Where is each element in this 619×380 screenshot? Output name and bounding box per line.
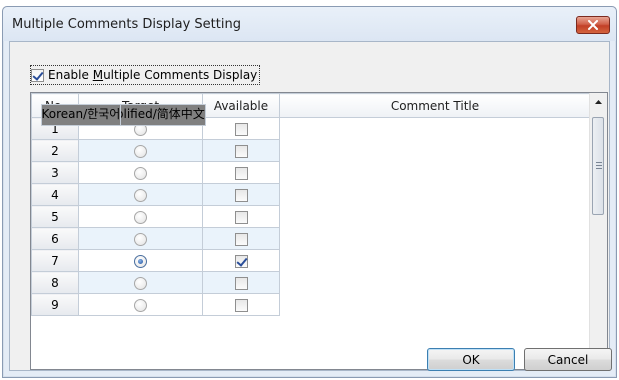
- target-cell: [78, 161, 203, 184]
- available-cell: [202, 117, 280, 140]
- row-number: 6: [31, 227, 79, 250]
- available-checkbox[interactable]: [234, 232, 248, 246]
- enable-multiple-comments-checkbox[interactable]: Enable Multiple Comments Display: [30, 65, 261, 85]
- header-comment-title[interactable]: Comment Title: [279, 93, 591, 118]
- row-number: 4: [31, 183, 79, 206]
- close-icon: [588, 20, 598, 30]
- ok-button[interactable]: OK: [427, 348, 515, 371]
- target-cell: [78, 227, 203, 250]
- available-checkbox[interactable]: [234, 298, 248, 312]
- target-radio[interactable]: [134, 144, 147, 158]
- table-row[interactable]: 8 Chinese Simplified/简体中文: [31, 103, 591, 294]
- target-radio[interactable]: [134, 166, 147, 180]
- target-radio[interactable]: [134, 276, 147, 290]
- available-cell: [202, 293, 280, 316]
- comment-title-cell[interactable]: Korean/한국어: [40, 103, 122, 126]
- title-bar[interactable]: Multiple Comments Display Setting: [3, 7, 616, 41]
- table-row[interactable]: 7English: [31, 103, 591, 272]
- header-available[interactable]: Available: [202, 93, 280, 118]
- cancel-button[interactable]: Cancel: [524, 348, 612, 371]
- dialog-window: Multiple Comments Display Setting Enable…: [2, 6, 617, 378]
- available-cell: [202, 205, 280, 228]
- target-cell: [78, 139, 203, 162]
- target-radio[interactable]: [134, 254, 147, 268]
- grip-icon: [596, 162, 602, 169]
- available-checkbox[interactable]: [234, 144, 248, 158]
- target-cell: [78, 183, 203, 206]
- target-cell: [78, 249, 203, 272]
- available-checkbox[interactable]: [234, 276, 248, 290]
- available-checkbox[interactable]: [234, 188, 248, 202]
- target-radio[interactable]: [134, 298, 147, 312]
- arrow-up-icon: [595, 99, 602, 104]
- enable-checkbox-box[interactable]: [31, 68, 44, 82]
- table-row[interactable]: 4Comment4: [31, 103, 591, 206]
- table-row[interactable]: 5Comment5: [31, 103, 591, 228]
- available-checkbox[interactable]: [234, 254, 248, 268]
- available-checkbox[interactable]: [234, 166, 248, 180]
- available-cell: [202, 183, 280, 206]
- target-cell: [78, 205, 203, 228]
- target-radio[interactable]: [134, 210, 147, 224]
- close-button[interactable]: [576, 16, 610, 34]
- available-cell: [202, 249, 280, 272]
- available-cell: [202, 139, 280, 162]
- target-cell: [78, 271, 203, 294]
- row-number: 9: [31, 293, 79, 316]
- enable-checkbox-label: Enable Multiple Comments Display: [48, 68, 258, 82]
- row-number: 7: [31, 249, 79, 272]
- vertical-scrollbar[interactable]: [589, 93, 607, 369]
- available-checkbox[interactable]: [234, 210, 248, 224]
- row-number: 8: [31, 271, 79, 294]
- available-checkbox[interactable]: [234, 122, 248, 136]
- available-cell: [202, 271, 280, 294]
- table-row[interactable]: 6Japanese/日本語: [31, 103, 591, 250]
- scroll-up-button[interactable]: [590, 93, 607, 110]
- dialog-content: Enable Multiple Comments Display No. Tar…: [9, 41, 612, 371]
- available-cell: [202, 161, 280, 184]
- row-number: 2: [31, 139, 79, 162]
- table-row[interactable]: 2Comment2: [31, 103, 591, 162]
- row-number: 3: [31, 161, 79, 184]
- target-radio[interactable]: [134, 232, 147, 246]
- comments-grid: No. Target Available Comment Title 1Comm…: [30, 92, 608, 370]
- available-cell: [202, 227, 280, 250]
- table-row[interactable]: 3Comment3: [31, 103, 591, 184]
- dialog-title: Multiple Comments Display Setting: [12, 17, 241, 32]
- target-cell: [78, 293, 203, 316]
- comments-table: No. Target Available Comment Title 1Comm…: [31, 93, 591, 316]
- table-row[interactable]: 9 Korean/한국어: [31, 103, 591, 316]
- row-number: 5: [31, 205, 79, 228]
- target-radio[interactable]: [134, 188, 147, 202]
- scroll-thumb[interactable]: [592, 117, 604, 215]
